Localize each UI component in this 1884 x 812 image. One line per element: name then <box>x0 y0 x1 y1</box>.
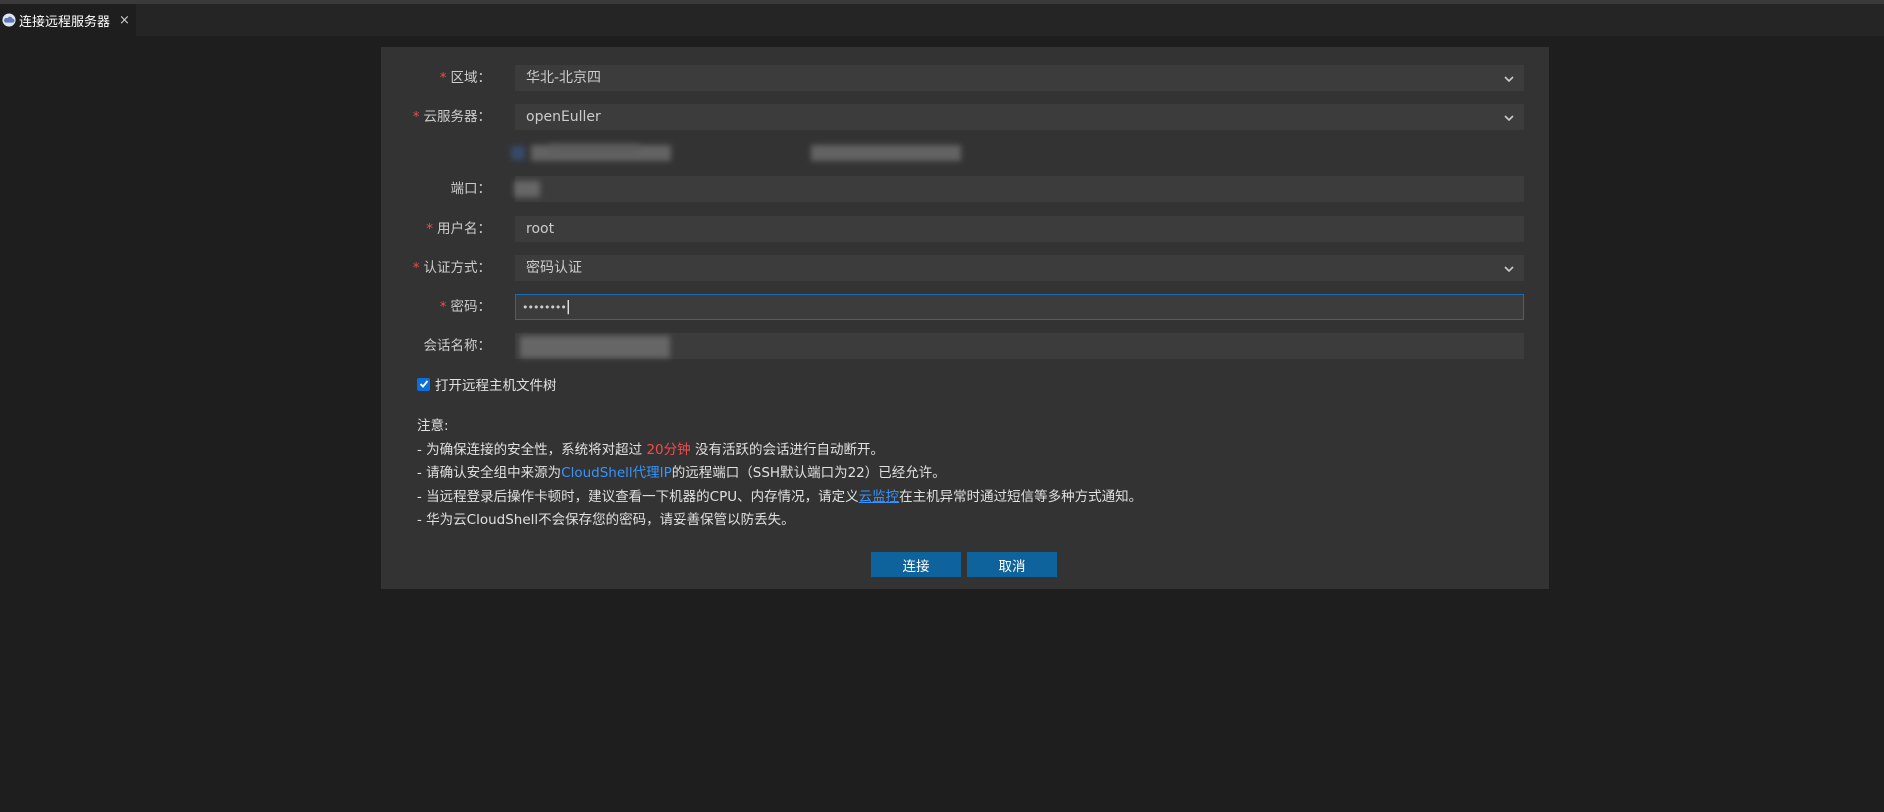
region-label: * 区域： <box>439 70 491 86</box>
region-row: * 区域： 华北-北京四 <box>381 65 1549 91</box>
open-file-tree-option[interactable]: 打开远程主机文件树 <box>417 374 557 394</box>
note-line: - 为确保连接的安全性，系统将对超过 20分钟 没有活跃的会话进行自动断开。 <box>417 441 884 458</box>
tab-connect-remote-server[interactable]: 连接远程服务器 × <box>0 4 136 36</box>
password-value: •••••••• <box>522 301 567 314</box>
redacted-server-info <box>509 141 969 165</box>
auth-label: * 认证方式： <box>412 260 491 276</box>
session-name-input[interactable] <box>515 333 1524 359</box>
password-input[interactable]: ••••••••| <box>515 294 1524 320</box>
notes-section: 注意: - 为确保连接的安全性，系统将对超过 20分钟 没有活跃的会话进行自动断… <box>417 415 1517 533</box>
port-input[interactable] <box>514 176 1524 202</box>
connect-button[interactable]: 连接 <box>871 552 961 577</box>
server-row: * 云服务器： openEuller <box>381 104 1549 130</box>
required-mark: * <box>439 299 447 315</box>
required-mark: * <box>412 260 420 276</box>
username-input[interactable]: root <box>515 216 1524 242</box>
password-row: * 密码： ••••••••| <box>381 294 1549 320</box>
note-line: - 华为云CloudShell不会保存您的密码，请妥善保管以防丢失。 <box>417 512 795 528</box>
close-icon[interactable]: × <box>119 13 130 28</box>
cloud-icon <box>2 13 16 27</box>
open-file-tree-checkbox[interactable] <box>417 377 430 391</box>
region-select[interactable]: 华北-北京四 <box>515 65 1524 91</box>
username-value: root <box>526 221 555 237</box>
check-icon <box>419 380 428 388</box>
port-row: 端口： <box>381 176 1549 202</box>
required-mark: * <box>439 70 447 86</box>
password-label: * 密码： <box>439 299 491 315</box>
tab-bar: 连接远程服务器 × <box>0 4 1884 36</box>
auth-value: 密码认证 <box>526 260 582 276</box>
chevron-down-icon <box>1504 115 1514 122</box>
port-label: 端口： <box>450 181 492 197</box>
tab-title: 连接远程服务器 <box>19 14 111 30</box>
server-value: openEuller <box>526 109 601 125</box>
required-mark: * <box>412 109 420 125</box>
server-select[interactable]: openEuller <box>515 104 1524 130</box>
connect-form-panel: * 区域： 华北-北京四 * 云服务器： openEuller 端口： * 用户名： … <box>381 47 1549 589</box>
username-label: * 用户名： <box>426 221 491 237</box>
region-value: 华北-北京四 <box>526 70 602 86</box>
cloud-monitor-link[interactable]: 云监控 <box>859 489 900 505</box>
username-row: * 用户名： root <box>381 216 1549 242</box>
required-mark: * <box>426 221 433 237</box>
note-line: - 请确认安全组中来源为CloudShell代理IP的远程端口（SSH默认端口为… <box>417 465 946 481</box>
note-line: - 当远程登录后操作卡顿时，建议查看一下机器的CPU、内存情况，请定义云监控在主… <box>417 488 1143 505</box>
auth-row: * 认证方式： 密码认证 <box>381 255 1549 281</box>
notes-title: 注意: <box>417 418 449 434</box>
cancel-button[interactable]: 取消 <box>967 552 1057 577</box>
server-label: * 云服务器： <box>412 109 491 125</box>
session-label: 会话名称： <box>423 338 492 354</box>
session-row: 会话名称： <box>381 333 1549 359</box>
chevron-down-icon <box>1504 76 1514 83</box>
open-file-tree-label: 打开远程主机文件树 <box>435 378 557 394</box>
chevron-down-icon <box>1504 266 1514 273</box>
auth-method-select[interactable]: 密码认证 <box>515 255 1524 281</box>
